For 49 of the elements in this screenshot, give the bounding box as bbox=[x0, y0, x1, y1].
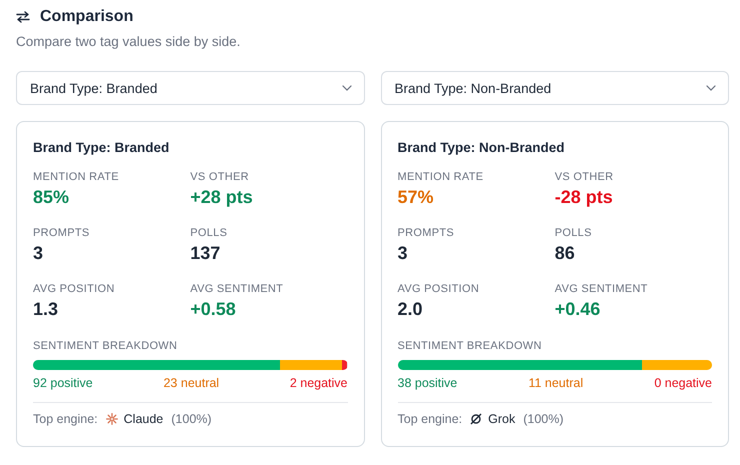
sentiment-count: 11 neutral bbox=[528, 376, 584, 390]
sentiment-count: 38 positive bbox=[398, 376, 458, 390]
engine-name: Claude bbox=[124, 412, 164, 426]
stat-label: POLLS bbox=[190, 227, 228, 239]
engine-name: Grok bbox=[488, 412, 516, 426]
stat-label: AVG POSITION bbox=[398, 283, 480, 295]
stat-value: 1.3 bbox=[33, 299, 60, 320]
stat-label: MENTION RATE bbox=[33, 171, 120, 183]
stat-value: 86 bbox=[554, 243, 576, 264]
stat-label: AVG SENTIMENT bbox=[554, 283, 649, 295]
section-subtitle: Compare two tag values side by side. bbox=[16, 34, 242, 49]
stat-label: PROMPTS bbox=[398, 227, 455, 239]
stat-value: 2.0 bbox=[398, 299, 424, 320]
engine-label: Top engine: bbox=[398, 412, 462, 426]
stat-value: -28 pts bbox=[554, 187, 614, 208]
stat-label: MENTION RATE bbox=[398, 171, 484, 183]
stat-label: VS OTHER bbox=[554, 171, 614, 183]
breakdown-label: SENTIMENT BREAKDOWN bbox=[398, 340, 543, 352]
engine-share: (100%) bbox=[523, 412, 564, 426]
stat-value: 137 bbox=[190, 243, 222, 264]
card-title: Brand Type: Non-Branded bbox=[398, 140, 566, 155]
swap-arrows-icon bbox=[16, 11, 30, 23]
stat-value: 57% bbox=[398, 187, 435, 208]
sentiment-count: 23 neutral bbox=[163, 376, 220, 390]
sentiment-count: 2 negative bbox=[290, 376, 348, 390]
stat-value: +0.46 bbox=[554, 299, 602, 320]
stat-label: POLLS bbox=[554, 227, 593, 239]
starburst-icon bbox=[106, 413, 118, 425]
stat-value: 3 bbox=[398, 243, 409, 264]
engine-label: Top engine: bbox=[33, 412, 98, 426]
chevron-down-icon bbox=[706, 85, 716, 91]
stat-label: VS OTHER bbox=[190, 171, 250, 183]
breakdown-label: SENTIMENT BREAKDOWN bbox=[33, 340, 178, 352]
section-title: Comparison bbox=[40, 8, 134, 26]
sentiment-count: 92 positive bbox=[33, 376, 93, 390]
card-title: Brand Type: Branded bbox=[33, 140, 170, 155]
stat-label: AVG POSITION bbox=[33, 283, 116, 295]
stat-value: 3 bbox=[33, 243, 44, 264]
sentiment-count: 0 negative bbox=[654, 376, 712, 390]
stat-value: +0.58 bbox=[190, 299, 237, 320]
engine-share: (100%) bbox=[171, 412, 212, 426]
slashed-circle-icon bbox=[470, 413, 482, 425]
stat-label: AVG SENTIMENT bbox=[190, 283, 284, 295]
stat-label: PROMPTS bbox=[33, 227, 90, 239]
chevron-down-icon bbox=[342, 85, 352, 91]
tag-select[interactable]: Brand Type: Non-Branded bbox=[380, 71, 729, 105]
stat-value: 85% bbox=[33, 187, 70, 208]
stat-value: +28 pts bbox=[190, 187, 254, 208]
tag-select[interactable]: Brand Type: Branded bbox=[16, 71, 364, 105]
